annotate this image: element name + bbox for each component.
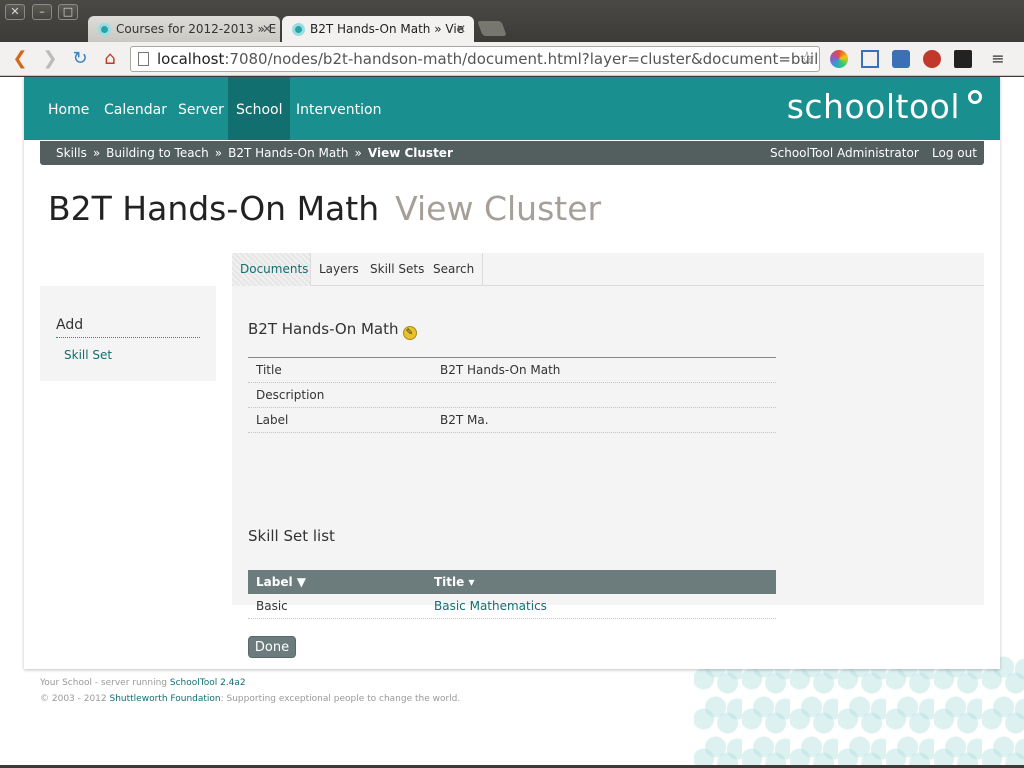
breadcrumb-separator: »	[92, 146, 101, 160]
info-value: B2T Ma.	[440, 413, 489, 427]
browser-tab-b2t[interactable]: B2T Hands-On Math » Vie ✕	[282, 16, 474, 43]
window-titlebar: ✕ – □ Courses for 2012-2013 » E ✕ B2T Ha…	[0, 0, 1024, 43]
breadcrumb-building-to-teach[interactable]: Building to Teach	[106, 146, 209, 160]
info-row-label: Label B2T Ma.	[248, 408, 776, 433]
nav-server[interactable]: Server	[170, 77, 232, 140]
skill-set-table: Label ▼ Title ▾ Basic Basic Mathematics	[248, 570, 776, 619]
browser-toolbar: ❮ ❯ ↻ ⌂ localhost:7080/nodes/b2t-handson…	[0, 42, 1024, 76]
done-button[interactable]: Done	[248, 636, 296, 658]
menu-icon[interactable]: ≡	[986, 47, 1010, 71]
home-icon[interactable]: ⌂	[98, 47, 122, 71]
column-header-title[interactable]: Title ▾	[434, 570, 475, 594]
reload-icon[interactable]: ↻	[68, 47, 92, 71]
footer-line-copyright: © 2003 - 2012 Shuttleworth Foundation: S…	[40, 691, 460, 707]
main-navigation: Home Calendar Server School Intervention…	[24, 77, 1000, 140]
close-icon[interactable]: ✕	[262, 16, 272, 42]
breadcrumb-separator: »	[214, 146, 223, 160]
schooltool-logo: schooltool	[786, 87, 960, 126]
bookmark-star-icon[interactable]: ☆	[799, 47, 815, 71]
tab-layers[interactable]: Layers	[311, 253, 367, 286]
window-maximize-button[interactable]: □	[58, 4, 78, 20]
skill-set-list-heading: Skill Set list	[248, 527, 335, 545]
address-bar[interactable]: localhost:7080/nodes/b2t-handson-math/do…	[130, 46, 820, 72]
nav-calendar[interactable]: Calendar	[96, 77, 175, 140]
hexagon-background-pattern	[694, 655, 1024, 765]
info-key: Title	[256, 363, 282, 377]
page-footer: Your School - server running SchoolTool …	[40, 675, 460, 707]
info-row-title: Title B2T Hands-On Math	[248, 358, 776, 383]
dev-extension-icon[interactable]	[954, 50, 972, 68]
breadcrumb-skills[interactable]: Skills	[56, 146, 87, 160]
tab-search[interactable]: Search	[425, 253, 484, 286]
logout-link[interactable]: Log out	[932, 141, 977, 165]
nav-school[interactable]: School	[228, 77, 291, 140]
content-panel: Documents Layers Skill Sets Search B2T H…	[232, 253, 984, 658]
info-value: B2T Hands-On Math	[440, 363, 561, 377]
new-tab-button[interactable]	[477, 21, 507, 36]
nav-home[interactable]: Home	[40, 77, 97, 140]
page-title-text: B2T Hands-On Math	[48, 189, 380, 228]
footer-text: © 2003 - 2012	[40, 694, 110, 704]
breadcrumb-separator: »	[354, 146, 362, 160]
schooltool-favicon-icon	[292, 23, 305, 36]
column-header-label[interactable]: Label ▼	[256, 570, 306, 594]
schooltool-version-link[interactable]: SchoolTool 2.4a2	[170, 678, 246, 688]
skill-set-label: Basic	[256, 599, 288, 613]
url-path: :7080/nodes/b2t-handson-math/document.ht…	[224, 50, 820, 68]
page-subtitle: View Cluster	[395, 189, 602, 228]
puzzle-extension-icon[interactable]	[892, 50, 910, 68]
table-header: Label ▼ Title ▾	[248, 570, 776, 594]
document-heading: B2T Hands-On Math ✎	[248, 320, 417, 340]
back-arrow-icon[interactable]: ❮	[8, 47, 32, 71]
nav-intervention[interactable]: Intervention	[288, 77, 389, 140]
url-host: localhost	[157, 50, 225, 68]
page-title: B2T Hands-On Math View Cluster	[48, 189, 601, 228]
info-row-description: Description	[248, 383, 776, 408]
tab-skill-sets[interactable]: Skill Sets	[362, 253, 432, 286]
schooltool-logo-mark-icon	[968, 90, 982, 104]
forward-arrow-icon[interactable]: ❯	[38, 47, 62, 71]
color-picker-extension-icon[interactable]	[830, 50, 848, 68]
window-close-button[interactable]: ✕	[5, 4, 25, 20]
footer-line-server: Your School - server running SchoolTool …	[40, 675, 460, 691]
screenshot-extension-icon[interactable]	[861, 50, 879, 68]
sidebar-add-panel: Add Skill Set	[40, 286, 216, 381]
close-icon[interactable]: ✕	[456, 16, 466, 42]
content-tabs: Documents Layers Skill Sets Search	[232, 253, 984, 286]
tab-documents[interactable]: Documents	[232, 253, 311, 286]
info-key: Description	[256, 388, 325, 402]
tab-title: Courses for 2012-2013 » E	[116, 22, 277, 36]
shuttleworth-foundation-link[interactable]: Shuttleworth Foundation	[110, 694, 221, 704]
document-info-table: Title B2T Hands-On Math Description Labe…	[248, 357, 776, 433]
breadcrumb-b2t-hands-on-math[interactable]: B2T Hands-On Math	[228, 146, 348, 160]
sidebar-heading: Add	[56, 317, 200, 338]
page-viewport: Home Calendar Server School Intervention…	[0, 77, 1024, 765]
table-row: Basic Basic Mathematics	[248, 594, 776, 619]
footer-text: Your School - server running	[40, 678, 170, 688]
window-minimize-button[interactable]: –	[32, 4, 52, 20]
breadcrumb: Skills » Building to Teach » B2T Hands-On Ma…	[40, 141, 984, 165]
schooltool-favicon-icon	[98, 23, 111, 36]
user-name-link[interactable]: SchoolTool Administrator	[770, 141, 919, 165]
edit-pencil-icon[interactable]: ✎	[402, 326, 417, 340]
add-skill-set-link[interactable]: Skill Set	[64, 348, 112, 362]
page-icon	[138, 52, 149, 66]
footer-text: : Supporting exceptional people to chang…	[220, 694, 461, 704]
info-key: Label	[256, 413, 289, 427]
adblock-extension-icon[interactable]	[923, 50, 941, 68]
breadcrumb-current: View Cluster	[367, 146, 453, 160]
skill-set-title-link[interactable]: Basic Mathematics	[434, 594, 547, 619]
tab-title: B2T Hands-On Math » Vie	[310, 22, 465, 36]
document-heading-text: B2T Hands-On Math	[248, 320, 399, 338]
browser-tab-courses[interactable]: Courses for 2012-2013 » E ✕	[88, 16, 280, 43]
